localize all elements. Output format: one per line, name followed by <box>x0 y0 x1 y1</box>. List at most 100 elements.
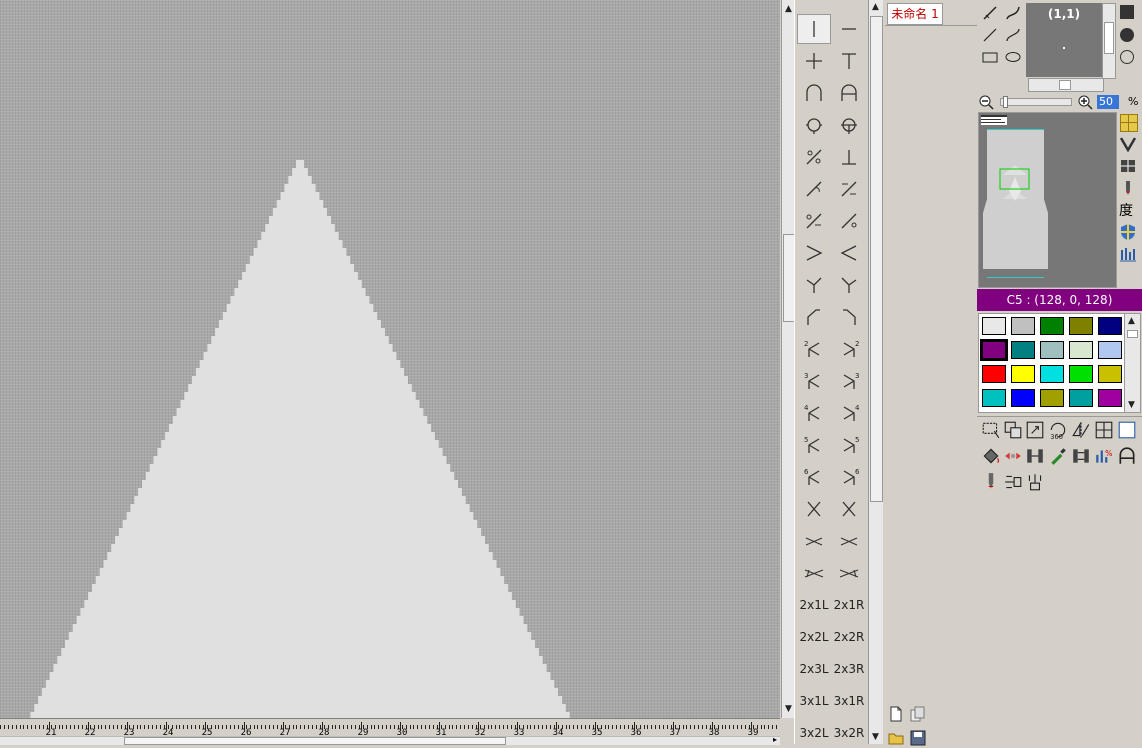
cable-stitch-2[interactable]: 3 <box>797 366 831 396</box>
copy-region-icon[interactable] <box>1003 420 1023 440</box>
cable-stitch-4[interactable]: 4 <box>797 398 831 428</box>
preview-horizontal-scroll-thumb[interactable] <box>1059 80 1071 90</box>
row-insert-icon[interactable] <box>1071 446 1091 466</box>
cross-stitch-0-right[interactable] <box>832 494 866 524</box>
navigator-preview[interactable]: (1,1) <box>1026 3 1102 77</box>
stitch-symbol-8-left[interactable] <box>797 270 831 300</box>
stitch-symbol-9-left[interactable] <box>797 302 831 332</box>
grid-view-icon[interactable] <box>1120 114 1138 132</box>
s-curve-tool-icon[interactable] <box>1004 26 1022 44</box>
color-swatch[interactable] <box>1011 365 1035 383</box>
percent-chart-icon[interactable]: % <box>1094 446 1114 466</box>
stitch-symbol-3-right[interactable] <box>832 110 866 140</box>
preview-horizontal-scrollbar[interactable] <box>1028 78 1104 92</box>
blank-square-icon[interactable] <box>1117 420 1137 440</box>
stitch-symbol-5-right[interactable] <box>832 174 866 204</box>
cross-stitch-1-left[interactable] <box>797 526 831 556</box>
stitch-symbol-7-left[interactable] <box>797 238 831 268</box>
color-swatch[interactable] <box>1098 389 1122 407</box>
color-swatch[interactable] <box>1098 341 1122 359</box>
outline-circle-icon[interactable] <box>1118 48 1136 66</box>
zoom-in-icon[interactable] <box>1077 94 1093 110</box>
color-swatch[interactable] <box>1040 317 1064 335</box>
stitch-palette-scrollbar[interactable]: ▲ ▼ <box>868 0 883 744</box>
cable-label-button[interactable]: 2x1L <box>797 590 831 620</box>
color-swatch[interactable] <box>1069 389 1093 407</box>
column-insert-icon[interactable] <box>1025 446 1045 466</box>
cable-stitch-9[interactable]: 6 <box>832 462 866 492</box>
stitch-symbol-4-right[interactable] <box>832 142 866 172</box>
bar-chart-icon[interactable] <box>1119 246 1137 262</box>
scroll-down-arrow-icon[interactable]: ▼ <box>869 730 882 744</box>
stitch-symbol-1-left[interactable] <box>797 46 831 76</box>
cable-label-button[interactable]: 2x1R <box>832 590 866 620</box>
degree-icon[interactable]: 度 <box>1119 200 1133 220</box>
color-swatch[interactable] <box>980 339 1008 361</box>
color-swatch[interactable] <box>1040 341 1064 359</box>
cable-stitch-1[interactable]: 2 <box>832 334 866 364</box>
preview-vertical-scroll-thumb[interactable] <box>1104 22 1114 54</box>
copy-file-icon[interactable] <box>910 706 926 722</box>
cable-stitch-0[interactable]: 2 <box>797 334 831 364</box>
select-rect-icon[interactable] <box>981 420 1001 440</box>
stitch-symbol-8-right[interactable] <box>832 270 866 300</box>
swatch-scrollbar[interactable]: ▲ ▼ <box>1124 313 1141 413</box>
marker-pen-icon[interactable] <box>1120 180 1136 196</box>
stitch-symbol-7-right[interactable] <box>832 238 866 268</box>
grid-cell-icon[interactable] <box>1094 420 1114 440</box>
mirror-icon[interactable] <box>1071 420 1091 440</box>
cross-stitch-0-left[interactable] <box>797 494 831 524</box>
text-tool-icon[interactable] <box>1117 446 1137 466</box>
cable-stitch-6[interactable]: 5 <box>797 430 831 460</box>
cable-label-button[interactable]: 2x2L <box>797 622 831 652</box>
rotate-360-icon[interactable]: 360 <box>1048 420 1068 440</box>
scroll-up-arrow-icon[interactable]: ▲ <box>1125 314 1138 328</box>
scroll-right-arrow-icon[interactable]: ▸ <box>770 736 780 744</box>
color-swatch[interactable] <box>1011 341 1035 359</box>
pattern-grid-icon[interactable] <box>1119 158 1137 174</box>
cable-label-button[interactable]: 3x1L <box>797 686 831 716</box>
color-swatch[interactable] <box>1069 365 1093 383</box>
stitch-symbol-1-right[interactable] <box>832 46 866 76</box>
stitch-symbol-4-left[interactable] <box>797 142 831 172</box>
ellipse-tool-icon[interactable] <box>1004 48 1022 66</box>
preview-vertical-scrollbar[interactable] <box>1102 3 1116 79</box>
cable-label-button[interactable]: 2x3L <box>797 654 831 684</box>
color-swatch[interactable] <box>1098 365 1122 383</box>
cross-stitch-1-right[interactable] <box>832 526 866 556</box>
scroll-up-arrow-icon[interactable]: ▲ <box>869 0 882 14</box>
cross-stitch-2-right[interactable] <box>832 558 866 588</box>
stitch-symbol-5-left[interactable] <box>797 174 831 204</box>
new-file-icon[interactable] <box>888 706 904 722</box>
v-stitch-icon[interactable] <box>1119 136 1137 152</box>
transfer-icon[interactable] <box>1003 446 1023 466</box>
swatch-scroll-thumb[interactable] <box>1127 330 1138 338</box>
color-swatch[interactable] <box>1069 317 1093 335</box>
color-swatch[interactable] <box>1040 365 1064 383</box>
canvas-vertical-scrollbar[interactable]: ▲ ▼ <box>781 0 795 718</box>
zoom-input[interactable]: 50 <box>1097 95 1119 109</box>
filled-square-icon[interactable] <box>1120 5 1134 19</box>
eyedropper-icon[interactable] <box>1048 446 1068 466</box>
color-swatch[interactable] <box>982 365 1006 383</box>
knit-canvas[interactable] <box>0 0 780 718</box>
stitch-symbol-3-left[interactable] <box>797 110 831 140</box>
stitch-symbol-2-left[interactable] <box>797 78 831 108</box>
stitch-symbol-2-right[interactable] <box>832 78 866 108</box>
shield-icon[interactable] <box>1119 223 1137 241</box>
color-swatch[interactable] <box>982 317 1006 335</box>
pattern-overview-thumbnail[interactable] <box>978 112 1117 288</box>
pen-tool-icon[interactable] <box>981 4 999 22</box>
line-tool-icon[interactable] <box>981 26 999 44</box>
cable-stitch-7[interactable]: 5 <box>832 430 866 460</box>
cable-label-button[interactable]: 2x3R <box>832 654 866 684</box>
zoom-slider-handle[interactable] <box>1003 96 1008 108</box>
curve-pen-icon[interactable] <box>1004 4 1022 22</box>
scroll-down-arrow-icon[interactable]: ▼ <box>1125 398 1138 412</box>
stitch-palette-scroll-thumb[interactable] <box>870 16 883 502</box>
filled-circle-icon[interactable] <box>1118 26 1136 44</box>
cable-stitch-3[interactable]: 3 <box>832 366 866 396</box>
stitch-symbol-6-left[interactable] <box>797 206 831 236</box>
stitch-symbol-0-right[interactable] <box>832 14 866 44</box>
zoom-slider[interactable] <box>1000 98 1072 106</box>
